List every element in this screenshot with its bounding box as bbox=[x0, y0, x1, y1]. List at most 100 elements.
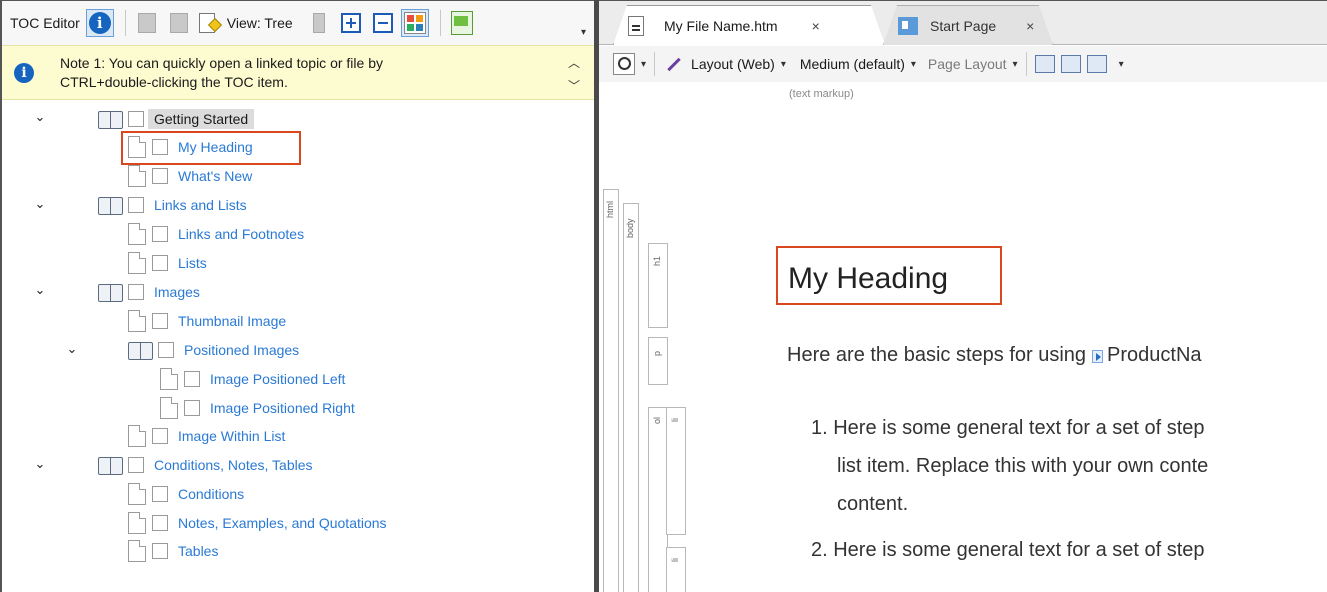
toc-item-images[interactable]: Images bbox=[98, 278, 200, 306]
start-page-icon bbox=[898, 16, 918, 35]
toc-item-label: Image Within List bbox=[178, 428, 286, 444]
checkbox-icon[interactable] bbox=[184, 371, 200, 387]
caret-down-icon: ▾ bbox=[1012, 58, 1018, 70]
checkbox-icon[interactable] bbox=[158, 342, 174, 358]
view-icon-button[interactable] bbox=[197, 9, 217, 37]
doc-icon bbox=[128, 540, 146, 562]
toolbar-disabled-button-1[interactable] bbox=[133, 9, 161, 37]
toc-item-lists[interactable]: Lists bbox=[128, 249, 207, 277]
document-intro-paragraph[interactable]: Here are the basic steps for using Produc… bbox=[787, 344, 1202, 367]
toolbar-separator bbox=[654, 52, 656, 76]
toc-item-whats-new[interactable]: What's New bbox=[128, 162, 252, 190]
toc-item-links-and-footnotes[interactable]: Links and Footnotes bbox=[128, 220, 304, 248]
toolbar-disabled-button-2[interactable] bbox=[165, 9, 193, 37]
checkbox-icon[interactable] bbox=[128, 457, 144, 473]
chevron-down-icon[interactable]: ⌄ bbox=[32, 456, 48, 472]
checkbox-icon[interactable] bbox=[152, 255, 168, 271]
caret-down-icon: ▾ bbox=[910, 58, 916, 70]
tag-label: body bbox=[625, 218, 635, 238]
print-preview-icon[interactable] bbox=[1060, 55, 1081, 73]
disabled-home-icon bbox=[169, 13, 188, 33]
toc-item-positioned-images[interactable]: Positioned Images bbox=[128, 336, 299, 364]
body-tag-bar[interactable]: body bbox=[623, 203, 639, 592]
info-button[interactable]: i bbox=[85, 9, 114, 37]
checkbox-icon[interactable] bbox=[152, 486, 168, 502]
html-tag-bar[interactable]: html bbox=[603, 189, 619, 592]
tag-label: html bbox=[605, 200, 615, 218]
toc-item-label: Thumbnail Image bbox=[178, 313, 287, 329]
product-name-variable[interactable]: ProductNa bbox=[1107, 344, 1202, 366]
medium-dropdown[interactable]: Medium (default) ▾ bbox=[800, 56, 916, 72]
toolbar-disabled-button-3[interactable] bbox=[305, 9, 333, 37]
highlight-box bbox=[121, 131, 301, 165]
li-tag-bar[interactable]: li bbox=[666, 407, 686, 535]
chevron-down-icon[interactable]: ⌄ bbox=[32, 196, 48, 212]
toc-item-label: Links and Footnotes bbox=[178, 226, 305, 242]
doc-icon bbox=[128, 512, 146, 534]
toc-item-label: Getting Started bbox=[148, 109, 255, 129]
toolbar-separator bbox=[439, 10, 441, 36]
h1-tag-bar[interactable]: h1 bbox=[648, 243, 668, 328]
image-icon[interactable] bbox=[1086, 55, 1107, 73]
toc-item-image-positioned-right[interactable]: Image Positioned Right bbox=[160, 394, 355, 422]
checkbox-icon[interactable] bbox=[152, 313, 168, 329]
caret-down-icon[interactable]: ▾ bbox=[1119, 59, 1124, 70]
layout-dropdown[interactable]: Layout (Web) ▾ bbox=[691, 56, 786, 72]
sync-toc-button[interactable] bbox=[448, 9, 476, 37]
book-icon bbox=[98, 195, 124, 215]
sync-icon bbox=[450, 11, 473, 35]
checkbox-icon[interactable] bbox=[152, 168, 168, 184]
toc-item-thumbnail-image[interactable]: Thumbnail Image bbox=[128, 307, 286, 335]
book-icon bbox=[98, 109, 124, 129]
page-layout-dropdown[interactable]: Page Layout ▾ bbox=[928, 56, 1018, 72]
chevron-down-icon[interactable]: ⌄ bbox=[32, 109, 48, 125]
toc-item-tables[interactable]: Tables bbox=[128, 537, 218, 565]
checkbox-icon[interactable] bbox=[128, 197, 144, 213]
checkbox-icon[interactable] bbox=[152, 428, 168, 444]
p-tag-bar[interactable]: p bbox=[648, 337, 668, 385]
editor-toolbar: ▾ Layout (Web) ▾ Medium (default) ▾ Page… bbox=[599, 46, 1327, 82]
chevron-down-icon[interactable]: ⌄ bbox=[64, 341, 80, 357]
toolbar-separator bbox=[124, 10, 126, 36]
zoom-button[interactable]: ▾ bbox=[613, 53, 646, 75]
toc-item-conditions-notes-tables[interactable]: Conditions, Notes, Tables bbox=[98, 451, 313, 479]
document-page[interactable]: My Heading Here are the basic steps for … bbox=[771, 177, 1327, 592]
toc-item-image-within-list[interactable]: Image Within List bbox=[128, 422, 285, 450]
chevron-down-icon[interactable]: ⌄ bbox=[32, 282, 48, 298]
doc-icon bbox=[128, 483, 146, 505]
toc-item-notes-examples-quotations[interactable]: Notes, Examples, and Quotations bbox=[128, 509, 387, 537]
view-tree-button[interactable]: View: Tree bbox=[227, 15, 293, 31]
tag-label: ol bbox=[652, 416, 662, 424]
toolbar-overflow-icon[interactable]: ▾ bbox=[581, 27, 586, 38]
structure-bar: html body h1 p ol li li bbox=[599, 177, 771, 592]
view-doc-icon bbox=[198, 13, 215, 33]
checkbox-icon[interactable] bbox=[128, 111, 144, 127]
checkbox-icon[interactable] bbox=[128, 284, 144, 300]
li-tag-bar[interactable]: li bbox=[666, 547, 686, 592]
collapse-all-button[interactable] bbox=[369, 9, 397, 37]
toc-item-conditions[interactable]: Conditions bbox=[128, 480, 244, 508]
close-icon[interactable]: × bbox=[812, 18, 820, 34]
toc-item-links-and-lists[interactable]: Links and Lists bbox=[98, 191, 247, 219]
magnifier-icon bbox=[613, 53, 635, 75]
toc-item-image-positioned-left[interactable]: Image Positioned Left bbox=[160, 365, 345, 393]
expand-all-button[interactable] bbox=[337, 9, 365, 37]
markup-wand-icon[interactable] bbox=[663, 54, 683, 74]
chevron-down-icon[interactable]: ﹀ bbox=[568, 77, 580, 94]
ol-tag-bar[interactable]: ol bbox=[648, 407, 668, 592]
editor-canvas[interactable]: (text markup) html body h1 p ol li li My… bbox=[599, 82, 1327, 592]
checkbox-icon[interactable] bbox=[152, 515, 168, 531]
color-grid-button[interactable] bbox=[400, 9, 429, 37]
close-icon[interactable]: × bbox=[1026, 18, 1034, 34]
preview-icon[interactable] bbox=[1034, 55, 1055, 73]
document-ordered-list[interactable]: 1. Here is some general text for a set o… bbox=[811, 409, 1208, 569]
checkbox-icon[interactable] bbox=[152, 543, 168, 559]
chevron-up-icon[interactable]: ︿ bbox=[568, 54, 580, 71]
toc-item-getting-started[interactable]: Getting Started bbox=[98, 105, 255, 133]
page-layout-label: Page Layout bbox=[927, 56, 1007, 72]
tab-my-file-name[interactable]: My File Name.htm × bbox=[613, 5, 885, 45]
tab-start-page[interactable]: Start Page × bbox=[883, 5, 1053, 45]
checkbox-icon[interactable] bbox=[152, 226, 168, 242]
checkbox-icon[interactable] bbox=[184, 400, 200, 416]
toc-item-label: Image Positioned Right bbox=[210, 400, 355, 416]
